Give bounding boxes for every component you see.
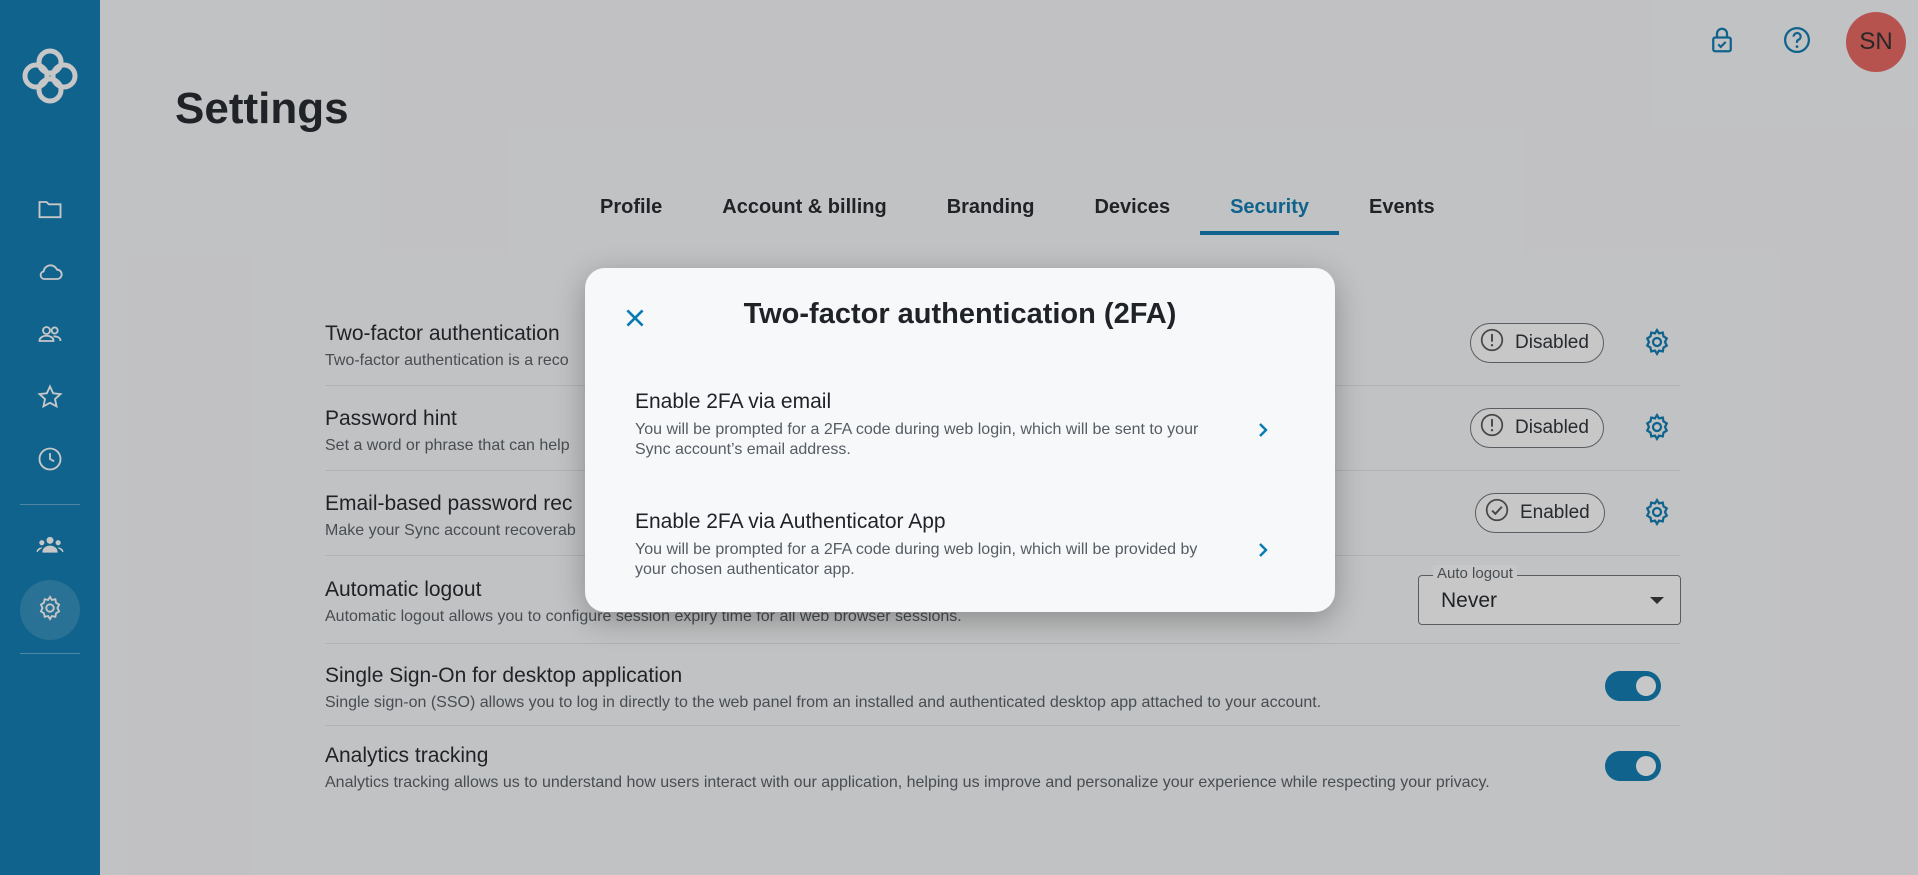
two-factor-modal: Two-factor authentication (2FA) Enable 2… <box>585 268 1335 612</box>
option-title: Enable 2FA via Authenticator App <box>635 510 946 533</box>
chevron-right-icon <box>1251 538 1275 562</box>
modal-title: Two-factor authentication (2FA) <box>743 298 1177 330</box>
option-title: Enable 2FA via email <box>635 390 832 413</box>
option-desc: You will be prompted for a 2FA code duri… <box>635 421 1199 458</box>
option-desc: You will be prompted for a 2FA code duri… <box>635 541 1198 578</box>
chevron-right-icon <box>1251 418 1275 442</box>
enable-2fa-authenticator-option[interactable]: Enable 2FA via Authenticator App You wil… <box>635 510 1285 600</box>
enable-2fa-email-option[interactable]: Enable 2FA via email You will be prompte… <box>635 390 1285 480</box>
